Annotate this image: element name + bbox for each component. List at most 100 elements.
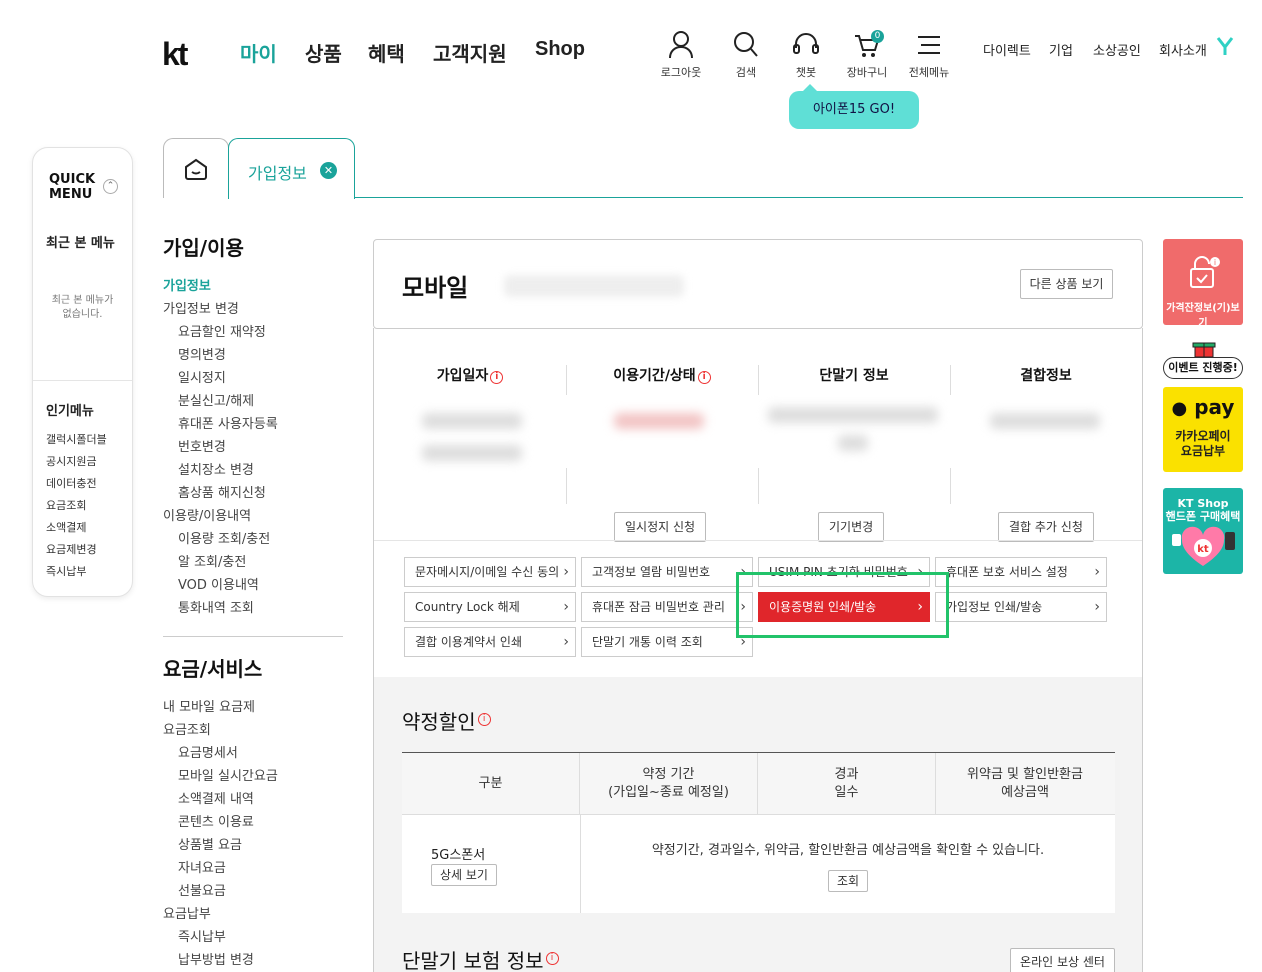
lnav-item[interactable]: 번호변경 [163, 436, 343, 459]
gnb-benefit[interactable]: 혜택 [368, 38, 405, 67]
col-heading: 이용기간/상태 [613, 368, 696, 384]
lnav-item[interactable]: 요금명세서 [163, 742, 343, 765]
bundle-add-button[interactable]: 결합 추가 신청 [998, 512, 1094, 542]
lnav-item[interactable]: 요금납부 [163, 903, 343, 926]
blurred-phone-number [504, 275, 684, 297]
th-period: 약정 기간 (가입일~종료 예정일) [580, 753, 758, 814]
link-bundle-contract[interactable]: 결합 이용계약서 인쇄 [404, 627, 576, 657]
lnav-item[interactable]: 상품별 요금 [163, 834, 343, 857]
quick-item[interactable]: 즉시납부 [46, 561, 107, 583]
lnav-item[interactable]: VOD 이용내역 [163, 574, 343, 597]
lnav-item[interactable]: 요금조회 [163, 719, 343, 742]
insurance-title: 단말기 보험 정보 [402, 949, 544, 972]
tab-label: 가입정보 [248, 164, 307, 183]
link-activation-history[interactable]: 단말기 개통 이력 조회 [581, 627, 753, 657]
link-lock-password[interactable]: 휴대폰 잠금 비밀번호 관리 [581, 592, 753, 622]
lnav-item[interactable]: 즉시납부 [163, 926, 343, 949]
lnav-item[interactable]: 알 조회/충전 [163, 551, 343, 574]
lnav-item[interactable]: 이용량/이용내역 [163, 505, 343, 528]
col-heading: 단말기 정보 [819, 368, 889, 384]
plan-name: 5G스폰서 [431, 848, 486, 863]
quick-item[interactable]: 소액결제 [46, 517, 107, 539]
lnav-item[interactable]: 요금할인 재약정 [163, 321, 343, 344]
lnav-item[interactable]: 분실신고/해제 [163, 390, 343, 413]
lnav-item[interactable]: 설치장소 변경 [163, 459, 343, 482]
popular-menu-title: 인기메뉴 [46, 404, 94, 419]
info-icon[interactable]: i [490, 371, 504, 384]
lnav-item[interactable]: 가입정보 변경 [163, 298, 343, 321]
quick-item[interactable]: 요금제변경 [46, 539, 107, 561]
lnav-item[interactable]: 자녀요금 [163, 857, 343, 880]
quick-item[interactable]: 공시지원금 [46, 451, 107, 473]
link-direct[interactable]: 다이렉트 [983, 40, 1031, 59]
quick-item[interactable]: 갤럭시폴더블 [46, 429, 107, 451]
query-button[interactable]: 조회 [827, 870, 869, 892]
recent-empty-text: 최근 본 메뉴가 없습니다. [51, 295, 114, 320]
iphone-promo-bubble[interactable]: 아이폰15 GO! [789, 84, 919, 129]
lnav-item[interactable]: 통화내역 조회 [163, 597, 343, 620]
lnav-item[interactable]: 내 모바일 요금제 [163, 696, 343, 719]
online-claim-button[interactable]: 온라인 보상 센터 [1010, 948, 1115, 972]
link-company[interactable]: 회사소개 [1159, 40, 1207, 59]
all-menu-label: 전체메뉴 [908, 66, 950, 79]
lnav-section-title: 가입/이용 [163, 236, 244, 260]
info-icon[interactable]: i [477, 713, 491, 726]
gnb-product[interactable]: 상품 [305, 38, 342, 67]
kt-shop-banner[interactable]: KT Shop 핸드폰 구매혜택 kt [1163, 488, 1243, 574]
lnav-item[interactable]: 소액결제 내역 [163, 788, 343, 811]
lnav-item[interactable]: 선불요금 [163, 880, 343, 903]
lnav-item[interactable]: 콘텐츠 이용료 [163, 811, 343, 834]
lnav-item[interactable]: 휴대폰 사용자등록 [163, 413, 343, 436]
link-smallbiz[interactable]: 소상공인 [1093, 40, 1141, 59]
search-label: 검색 [735, 66, 757, 79]
link-country-lock[interactable]: Country Lock 해제 [404, 592, 576, 622]
tab-home[interactable] [163, 138, 229, 198]
kt-logo[interactable]: kt [162, 36, 188, 73]
collapse-icon[interactable]: ⌃ [103, 179, 118, 194]
kakaopay-label: 카카오페이 요금납부 [1175, 429, 1231, 458]
logout-button[interactable]: 로그아웃 [651, 30, 711, 80]
lnav-item[interactable]: 홈상품 해지신청 [163, 482, 343, 505]
close-icon[interactable]: ✕ [320, 162, 337, 179]
lnav-item[interactable]: 명의변경 [163, 344, 343, 367]
info-icon[interactable]: i [697, 371, 711, 384]
gnb-shop[interactable]: Shop [535, 38, 585, 61]
lnav-item[interactable]: 납부방법 변경 [163, 949, 343, 972]
link-info-password[interactable]: 고객정보 열람 비밀번호 [581, 557, 753, 587]
quick-item[interactable]: 요금조회 [46, 495, 107, 517]
product-title: 모바일 [402, 274, 469, 302]
pay-logo: ● pay [1171, 395, 1235, 419]
cart-button[interactable]: 0 장바구니 [837, 30, 897, 80]
device-change-button[interactable]: 기기변경 [818, 512, 885, 542]
lnav-item[interactable]: 이용량 조회/충전 [163, 528, 343, 551]
detail-view-button[interactable]: 상세 보기 [431, 864, 497, 886]
search-button[interactable]: 검색 [716, 30, 776, 80]
link-business[interactable]: 기업 [1049, 40, 1073, 59]
suspend-request-button[interactable]: 일시정지 신청 [614, 512, 707, 542]
th-elapsed: 경과 일수 [758, 753, 936, 814]
chatbot-label: 챗봇 [795, 66, 817, 79]
quick-item[interactable]: 데이터충전 [46, 473, 107, 495]
svg-text:i: i [1214, 258, 1216, 267]
other-product-button[interactable]: 다른 상품 보기 [1020, 269, 1113, 299]
gnb-support[interactable]: 고객지원 [433, 38, 507, 67]
highlight-box [736, 572, 949, 638]
left-nav: 가입/이용 가입정보 가입정보 변경 요금할인 재약정 명의변경 일시정지 분실신고/해제… [163, 232, 343, 972]
lnav-item[interactable]: 일시정지 [163, 367, 343, 390]
gnb-my[interactable]: 마이 [240, 38, 277, 67]
link-msg-consent[interactable]: 문자메시지/이메일 수신 동의 [404, 557, 576, 587]
y-brand-icon[interactable] [1216, 36, 1234, 60]
info-icon[interactable]: i [545, 952, 559, 965]
kakaopay-banner[interactable]: ● pay 카카오페이 요금납부 [1163, 387, 1243, 472]
price-info-banner[interactable]: i 가격잔정보(기)보기 [1163, 239, 1243, 329]
chatbot-button[interactable]: 챗봇 [776, 30, 836, 80]
link-phone-protect[interactable]: 휴대폰 보호 서비스 설정 [935, 557, 1107, 587]
lnav-item[interactable]: 가입정보 [163, 275, 343, 298]
link-join-info-print[interactable]: 가입정보 인쇄/발송 [935, 592, 1107, 622]
tab-subscription-info[interactable]: 가입정보 ✕ [228, 138, 355, 199]
discount-table: 구분 약정 기간 (가입일~종료 예정일) 경과 일수 위약금 및 할인반환금 … [402, 752, 1115, 913]
all-menu-button[interactable]: 전체메뉴 [899, 30, 959, 80]
user-icon [669, 31, 693, 59]
lnav-item[interactable]: 모바일 실시간요금 [163, 765, 343, 788]
lnav-section-title: 요금/서비스 [163, 657, 263, 681]
